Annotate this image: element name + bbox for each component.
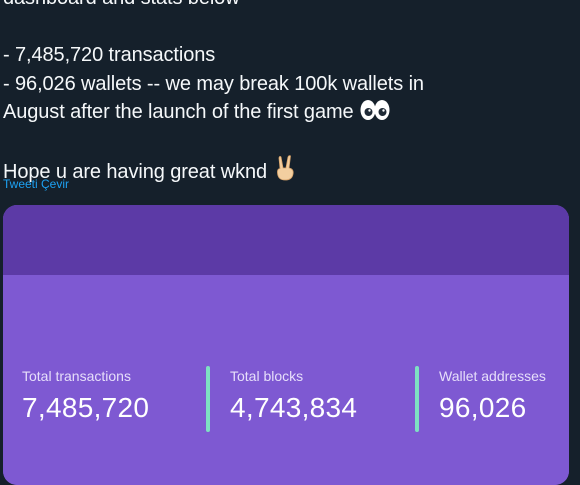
stat-divider — [206, 366, 210, 432]
tweet-line-top: dashboard and stats below — [3, 0, 573, 13]
stat-value: 96,026 — [439, 392, 527, 423]
stat-total-blocks: Total blocks 4,743,834 — [230, 368, 357, 424]
stat-total-transactions: Total transactions 7,485,720 — [22, 368, 149, 424]
victory-hand-emoji-icon — [273, 155, 297, 190]
stat-label: Wallet addresses — [439, 368, 546, 384]
tweet-line-transactions: - 7,485,720 transactions — [3, 44, 216, 66]
eyes-emoji-icon — [360, 99, 390, 130]
tweet-line-wallets-cont: August after the launch of the first gam… — [3, 98, 573, 127]
stat-value: 7,485,720 — [22, 392, 150, 423]
stat-divider — [415, 366, 419, 432]
translate-tweet-link[interactable]: Tweeti Çevir — [3, 177, 69, 191]
tweet-line-wallets-text: August after the launch of the first gam… — [3, 101, 354, 123]
stat-wallet-addresses: Wallet addresses 96,026 — [439, 368, 546, 424]
stats-card-header — [3, 205, 569, 275]
stats-card[interactable]: Total transactions 7,485,720 Total block… — [3, 205, 569, 485]
tweet-line-wallets: - 96,026 wallets -- we may break 100k wa… — [3, 72, 424, 95]
tweet-text: dashboard and stats below - 7,485,720 tr… — [3, 0, 573, 184]
stat-value: 4,743,834 — [230, 392, 358, 423]
stat-label: Total blocks — [230, 368, 304, 384]
tweet-line-wkend: Hope u are having great wknd — [3, 155, 573, 184]
stat-label: Total transactions — [22, 368, 131, 384]
